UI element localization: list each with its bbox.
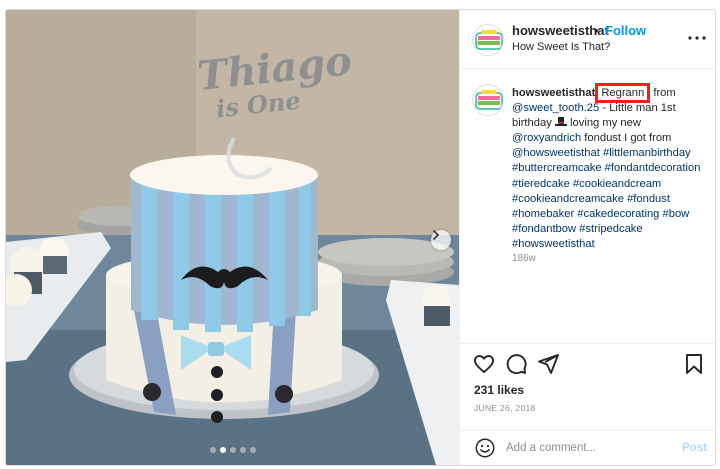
profile-logo-icon xyxy=(475,30,503,50)
carousel-dot xyxy=(239,447,246,453)
add-comment-section: Post xyxy=(460,430,715,465)
mention-link[interactable]: @roxyandrich xyxy=(512,132,581,144)
carousel-dot xyxy=(209,447,216,453)
post-header: howsweetisthat • Follow How Sweet Is Tha… xyxy=(460,10,715,69)
caption-text: howsweetisthat Regrann from @sweet_tooth.… xyxy=(512,83,710,252)
highlight-box: Regrann xyxy=(595,83,651,103)
mention-link[interactable]: @sweet_tooth.25 xyxy=(512,102,599,114)
save-button[interactable] xyxy=(682,352,706,376)
carousel-dot xyxy=(229,447,236,453)
caption-timestamp[interactable]: 186w xyxy=(512,253,536,264)
avatar[interactable] xyxy=(472,24,504,56)
action-bar xyxy=(460,343,715,383)
share-button[interactable] xyxy=(536,352,560,376)
post-photo[interactable]: Thiago is One xyxy=(6,10,459,465)
post-date[interactable]: JUNE 26, 2018 xyxy=(474,403,536,413)
caption-fragment: from xyxy=(650,87,676,99)
heart-icon xyxy=(474,355,494,373)
carousel-dot xyxy=(249,447,256,453)
carousel-dots xyxy=(6,447,459,453)
emoji-button[interactable] xyxy=(474,437,496,459)
post-side-panel: howsweetisthat • Follow How Sweet Is Tha… xyxy=(459,10,715,465)
caption-comment: howsweetisthat Regrann from @sweet_tooth.… xyxy=(460,70,715,340)
carousel-dot xyxy=(219,447,226,453)
instagram-post: Thiago is One howsweetisthat • Follow Ho… xyxy=(5,9,716,466)
comment-button[interactable] xyxy=(504,352,528,376)
carousel-next-button[interactable] xyxy=(431,230,451,250)
bookmark-icon xyxy=(686,354,702,374)
chevron-right-icon xyxy=(433,230,440,240)
comment-icon xyxy=(506,354,527,375)
more-options-button[interactable] xyxy=(685,26,709,50)
more-horizontal-icon xyxy=(688,36,706,40)
send-icon xyxy=(538,354,559,374)
caption-fragment: loving my new xyxy=(566,117,641,130)
hashtag-links[interactable]: #littlemanbirthday #buttercreamcake #fon… xyxy=(512,147,700,250)
header-separator: • xyxy=(594,23,599,38)
follow-button[interactable]: Follow xyxy=(605,23,646,38)
avatar[interactable] xyxy=(472,84,504,116)
like-button[interactable] xyxy=(472,352,496,376)
likes-count[interactable]: 231 likes xyxy=(474,383,524,397)
header-subtitle: How Sweet Is That? xyxy=(512,41,611,53)
smiley-icon xyxy=(475,438,495,458)
top-hat-icon xyxy=(554,117,567,127)
profile-logo-icon xyxy=(475,90,503,110)
post-comment-button[interactable]: Post xyxy=(682,442,707,454)
comment-input[interactable] xyxy=(506,437,666,459)
caption-username[interactable]: howsweetisthat xyxy=(512,87,595,99)
caption-fragment: fondust I got from xyxy=(581,132,672,145)
mention-link[interactable]: @howsweetisthat xyxy=(512,147,600,159)
